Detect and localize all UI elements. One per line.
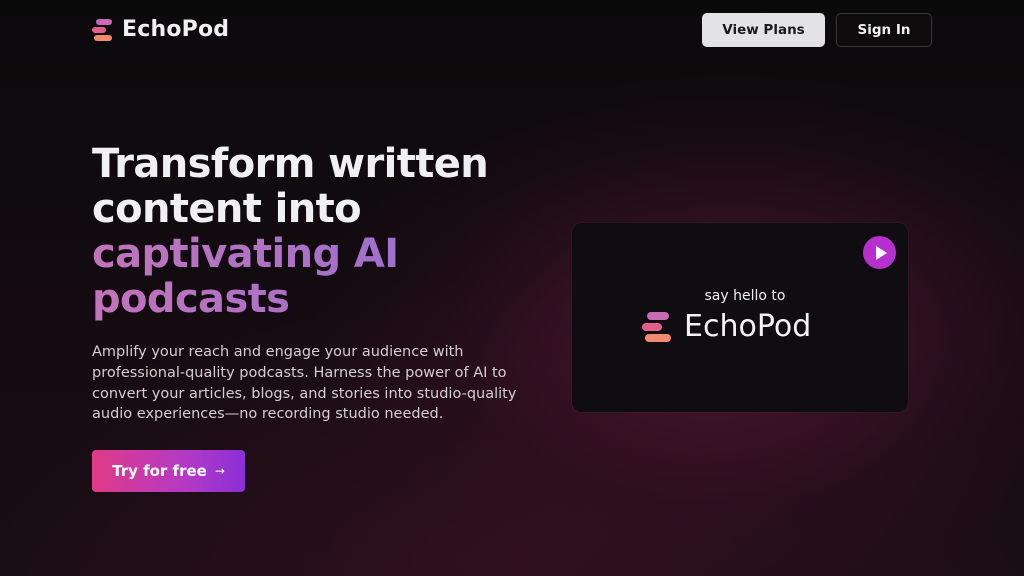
play-icon <box>875 245 887 260</box>
play-button[interactable] <box>863 236 896 269</box>
hero-title-line-1: Transform written <box>92 141 489 187</box>
brand-name: EchoPod <box>122 17 230 42</box>
video-brand-name: EchoPod <box>684 309 812 344</box>
sign-in-button[interactable]: Sign In <box>836 13 932 47</box>
brand-logo[interactable]: EchoPod <box>92 17 229 42</box>
echopod-logo-icon <box>642 310 672 344</box>
try-for-free-label: Try for free <box>112 462 207 480</box>
hero-title: Transform written content into captivati… <box>92 142 562 322</box>
promo-video-card[interactable]: say hello to EchoPod <box>572 223 908 412</box>
arrow-right-icon: → <box>214 464 225 478</box>
view-plans-button[interactable]: View Plans <box>702 13 825 47</box>
try-for-free-button[interactable]: Try for free → <box>92 450 245 492</box>
echopod-logo-icon <box>92 18 114 42</box>
top-nav: EchoPod View Plans Sign In <box>0 0 1024 60</box>
video-tagline: say hello to <box>704 288 786 304</box>
hero-title-line-2: content into <box>92 186 362 232</box>
hero-title-highlight-1: captivating AI <box>92 232 562 277</box>
video-brand-logo: EchoPod <box>642 309 811 344</box>
hero-description: Amplify your reach and engage your audie… <box>92 344 517 423</box>
hero-title-highlight-2: podcasts <box>92 277 562 322</box>
